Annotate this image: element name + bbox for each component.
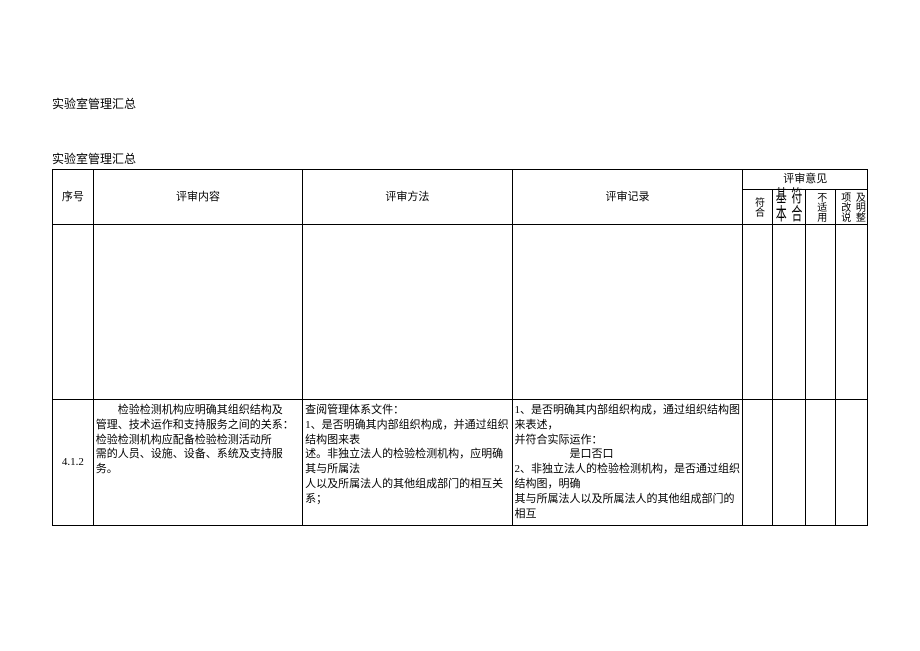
cell-content: 检验检测机构应明确其组织结构及 管理、技术运作和支持服务之间的关系： 检验检测机… <box>93 399 302 525</box>
header-op3: 不适用 <box>805 189 835 224</box>
cell-op1 <box>743 399 773 525</box>
empty-cell <box>512 224 743 399</box>
data-row: 4.1.2 检验检测机构应明确其组织结构及 管理、技术运作和支持服务之间的关系：… <box>53 399 868 525</box>
empty-cell <box>53 224 94 399</box>
table-caption: 实验室管理汇总 <box>52 150 868 167</box>
empty-cell <box>805 224 835 399</box>
header-seq: 序号 <box>53 170 94 225</box>
header-op2: 基本符合 <box>773 189 805 224</box>
empty-cell <box>93 224 302 399</box>
empty-row <box>53 224 868 399</box>
header-method: 评审方法 <box>303 170 512 225</box>
cell-record: 1、是否明确其内部组织构成，通过组织结构图来表述， 并符合实际运作： 是口否口 … <box>512 399 743 525</box>
empty-cell <box>773 224 805 399</box>
empty-cell <box>743 224 773 399</box>
header-op1: 符合 <box>743 189 773 224</box>
header-content: 评审内容 <box>93 170 302 225</box>
header-opinion-group: 评审意见 <box>743 170 868 190</box>
empty-cell <box>835 224 867 399</box>
header-op4: 项改说及明整 <box>835 189 867 224</box>
empty-cell <box>303 224 512 399</box>
cell-op2 <box>773 399 805 525</box>
cell-op3 <box>805 399 835 525</box>
review-table: 序号 评审内容 评审方法 评审记录 评审意见 符合 基本符合 不适用 项改说及明… <box>52 169 868 526</box>
cell-method: 查阅管理体系文件： 1、是否明确其内部组织构成，并通过组织结构图来表 述。非独立… <box>303 399 512 525</box>
header-record: 评审记录 <box>512 170 743 225</box>
cell-op4 <box>835 399 867 525</box>
document-title: 实验室管理汇总 <box>52 95 868 112</box>
header-row-1: 序号 评审内容 评审方法 评审记录 评审意见 <box>53 170 868 190</box>
cell-seq: 4.1.2 <box>53 399 94 525</box>
